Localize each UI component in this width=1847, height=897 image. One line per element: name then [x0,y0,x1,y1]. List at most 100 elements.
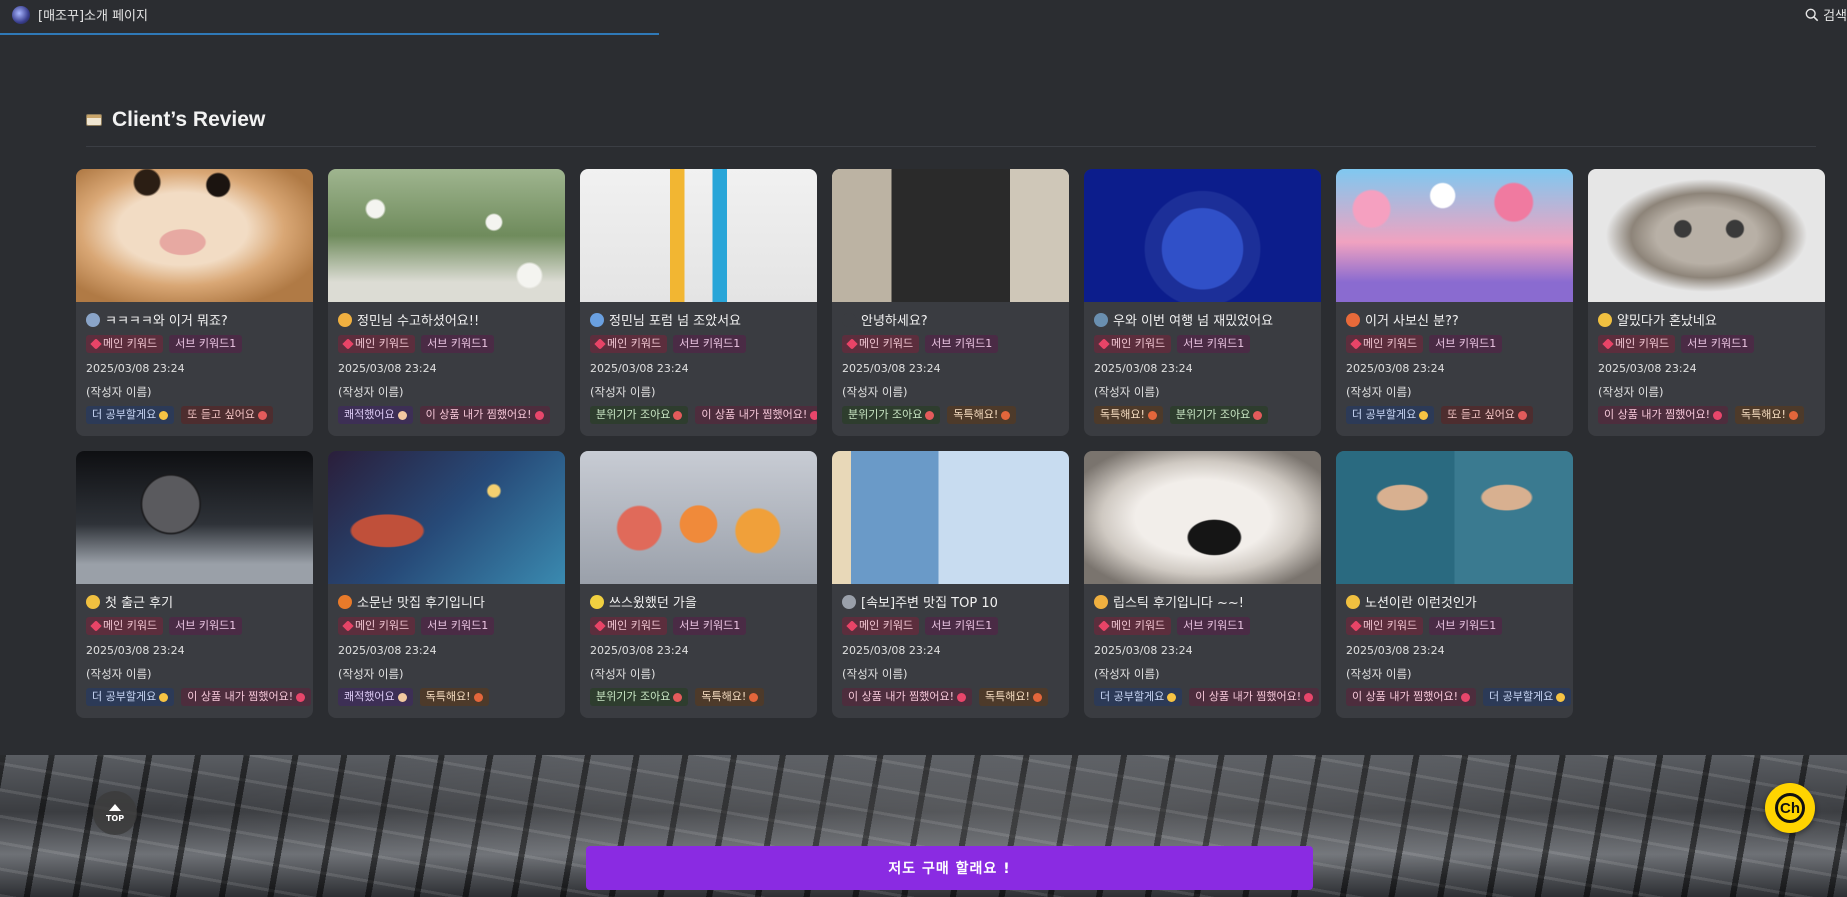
reaction-chip[interactable]: 쾌적했어요 [338,688,413,706]
review-title-text: 립스틱 후기입니다 ~~! [1113,596,1244,611]
reaction-chip[interactable]: 더 공부할게요 [1346,406,1435,424]
reaction-chips: 이 상품 내가 찜했어요! 독특해요! [842,688,1048,706]
review-author: (작성자 이름) [1346,385,1412,399]
site-brand[interactable]: [매조꾸]소개 페이지 [12,5,148,24]
reaction-chip[interactable]: 더 공부할게요 [86,688,175,706]
review-card[interactable]: [속보]주변 맛집 TOP 10 메인 키워드 서브 키워드1 2025/03/08 … [832,451,1069,718]
reaction-chip[interactable]: 이 상품 내가 찜했어요! [1598,406,1728,424]
search-button[interactable]: 검색 [1805,5,1847,24]
sub-keyword-tag[interactable]: 서브 키워드1 [1681,335,1755,353]
review-thumbnail [76,169,313,302]
reaction-chip[interactable]: 독특해요! [978,688,1048,706]
reaction-chip[interactable]: 독특해요! [947,406,1017,424]
reaction-chips: 더 공부할게요 또 듣고 싶어요 [86,406,273,424]
sub-keyword-tag[interactable]: 서브 키워드1 [1177,335,1251,353]
reaction-chip[interactable]: 더 공부할게요 [1482,688,1572,706]
main-keyword-tag[interactable]: 메인 키워드 [338,335,416,353]
reaction-chip[interactable]: 독특해요! [1094,406,1163,424]
reaction-chip[interactable]: 또 듣고 싶어요 [1441,406,1533,424]
sub-keyword-tag[interactable]: 서브 키워드1 [673,617,747,635]
reaction-chip[interactable]: 이 상품 내가 찜했어요! [1346,688,1476,706]
reaction-chip[interactable]: 이 상품 내가 찜했어요! [181,688,312,706]
review-card[interactable]: 소문난 맛집 후기입니다 메인 키워드 서브 키워드1 2025/03/08 23:2… [328,451,565,718]
reaction-chip[interactable]: 이 상품 내가 찜했어요! [842,688,972,706]
main-keyword-label: 메인 키워드 [355,619,410,632]
sub-keyword-tag[interactable]: 서브 키워드1 [421,335,495,353]
heart-icon [90,620,102,632]
main-keyword-tag[interactable]: 메인 키워드 [590,335,668,353]
main-keyword-tag[interactable]: 메인 키워드 [338,617,416,635]
reaction-chip[interactable]: 쾌적했어요 [338,406,413,424]
sub-keyword-tag[interactable]: 서브 키워드1 [925,335,999,353]
review-card[interactable]: 쓰스윘했던 가을 메인 키워드 서브 키워드1 2025/03/08 23:24 (작성… [580,451,817,718]
reaction-chips: 분위기가 조아요 독특해요! [590,688,765,706]
reaction-chip[interactable]: 분위기가 조아요 [1169,406,1269,424]
main-keyword-tag[interactable]: 메인 키워드 [842,335,920,353]
reaction-chip[interactable]: 분위기가 조아요 [590,688,689,706]
review-thumbnail [328,451,565,584]
review-card[interactable]: 안녕하세요? 메인 키워드 서브 키워드1 2025/03/08 23:24 (작성자 … [832,169,1069,436]
sub-keyword-tag[interactable]: 서브 키워드1 [1429,335,1503,353]
review-card[interactable]: 정민님 수고하셨어요!! 메인 키워드 서브 키워드1 2025/03/08 23:2… [328,169,565,436]
main-keyword-tag[interactable]: 메인 키워드 [1346,617,1424,635]
reaction-chip[interactable]: 독특해요! [695,688,765,706]
main-keyword-tag[interactable]: 메인 키워드 [86,335,164,353]
reaction-chip[interactable]: 또 듣고 싶어요 [181,406,273,424]
reaction-chip[interactable]: 이 상품 내가 찜했어요! [695,406,817,424]
reaction-emoji-icon [1167,692,1177,702]
main-keyword-tag[interactable]: 메인 키워드 [1094,335,1172,353]
reaction-chip[interactable]: 더 공부할게요 [86,406,175,424]
review-card[interactable]: 우와 이번 여행 넘 재밌었어요 메인 키워드 서브 키워드1 2025/03/08 … [1084,169,1321,436]
reaction-chip[interactable]: 독특해요! [1734,406,1804,424]
reaction-chip[interactable]: 분위기가 조아요 [590,406,689,424]
sub-keyword-tag[interactable]: 서브 키워드1 [421,617,495,635]
review-title-text: 안녕하세요? [861,314,928,329]
review-author: (작성자 이름) [1094,385,1160,399]
review-author: (작성자 이름) [86,385,152,399]
main-keyword-tag[interactable]: 메인 키워드 [1346,335,1424,353]
reaction-chip-label: 독특해요! [984,690,1030,703]
reaction-chip-label: 이 상품 내가 찜했어요! [425,408,532,421]
keyword-tags: 메인 키워드 서브 키워드1 [338,335,495,353]
sub-keyword-tag[interactable]: 서브 키워드1 [673,335,747,353]
reaction-chip[interactable]: 이 상품 내가 찜했어요! [419,406,550,424]
title-emoji-icon [86,312,100,327]
review-thumbnail [76,451,313,584]
keyword-tags: 메인 키워드 서브 키워드1 [1094,335,1251,353]
review-card[interactable]: 첫 출근 후기 메인 키워드 서브 키워드1 2025/03/08 23:24 (작성자… [76,451,313,718]
review-card[interactable]: 립스틱 후기입니다 ~~! 메인 키워드 서브 키워드1 2025/03/08 23:… [1084,451,1321,718]
review-card[interactable]: 정민님 포럼 넘 조았서요 메인 키워드 서브 키워드1 2025/03/08 23:… [580,169,817,436]
review-title: 얄밌다가 혼났네요 [1598,310,1717,329]
reaction-chip[interactable]: 분위기가 조아요 [842,406,941,424]
reaction-chip[interactable]: 더 공부할게요 [1094,688,1183,706]
reaction-chip[interactable]: 독특해요! [419,688,489,706]
scroll-top-button[interactable]: TOP [93,791,137,835]
review-card[interactable]: 얄밌다가 혼났네요 메인 키워드 서브 키워드1 2025/03/08 23:24 (작… [1588,169,1825,436]
reaction-chip-label: 분위기가 조아요 [596,690,671,703]
title-emoji-icon [842,594,856,609]
review-card[interactable]: 이거 사보신 분?? 메인 키워드 서브 키워드1 2025/03/08 23:24 (… [1336,169,1573,436]
main-keyword-tag[interactable]: 메인 키워드 [1598,335,1676,353]
review-grid: ㅋㅋㅋㅋ와 이거 뭐죠? 메인 키워드 서브 키워드1 2025/03/08 23:2… [76,169,1826,718]
buy-button[interactable]: 저도 구매 할래요 ! [586,846,1313,890]
reaction-chip-label: 이 상품 내가 찜했어요! [848,690,954,703]
reaction-emoji-icon [159,692,169,702]
review-card[interactable]: 노션이란 이런것인가 메인 키워드 서브 키워드1 2025/03/08 23:24 (… [1336,451,1573,718]
sub-keyword-tag[interactable]: 서브 키워드1 [169,335,243,353]
review-thumbnail [580,451,817,584]
sub-keyword-tag[interactable]: 서브 키워드1 [1429,617,1503,635]
main-keyword-tag[interactable]: 메인 키워드 [842,617,920,635]
search-label: 검색 [1823,9,1847,24]
main-keyword-tag[interactable]: 메인 키워드 [590,617,668,635]
channel-chat-button[interactable]: Ch [1765,783,1815,833]
review-card[interactable]: ㅋㅋㅋㅋ와 이거 뭐죠? 메인 키워드 서브 키워드1 2025/03/08 23:2… [76,169,313,436]
main-keyword-tag[interactable]: 메인 키워드 [1094,617,1172,635]
sub-keyword-tag[interactable]: 서브 키워드1 [169,617,243,635]
reaction-emoji-icon [397,410,407,420]
main-keyword-tag[interactable]: 메인 키워드 [86,617,164,635]
review-title-text: 쓰스윘했던 가을 [609,596,697,611]
sub-keyword-tag[interactable]: 서브 키워드1 [925,617,999,635]
keyword-tags: 메인 키워드 서브 키워드1 [86,335,243,353]
reaction-chip[interactable]: 이 상품 내가 찜했어요! [1189,688,1320,706]
sub-keyword-tag[interactable]: 서브 키워드1 [1177,617,1251,635]
